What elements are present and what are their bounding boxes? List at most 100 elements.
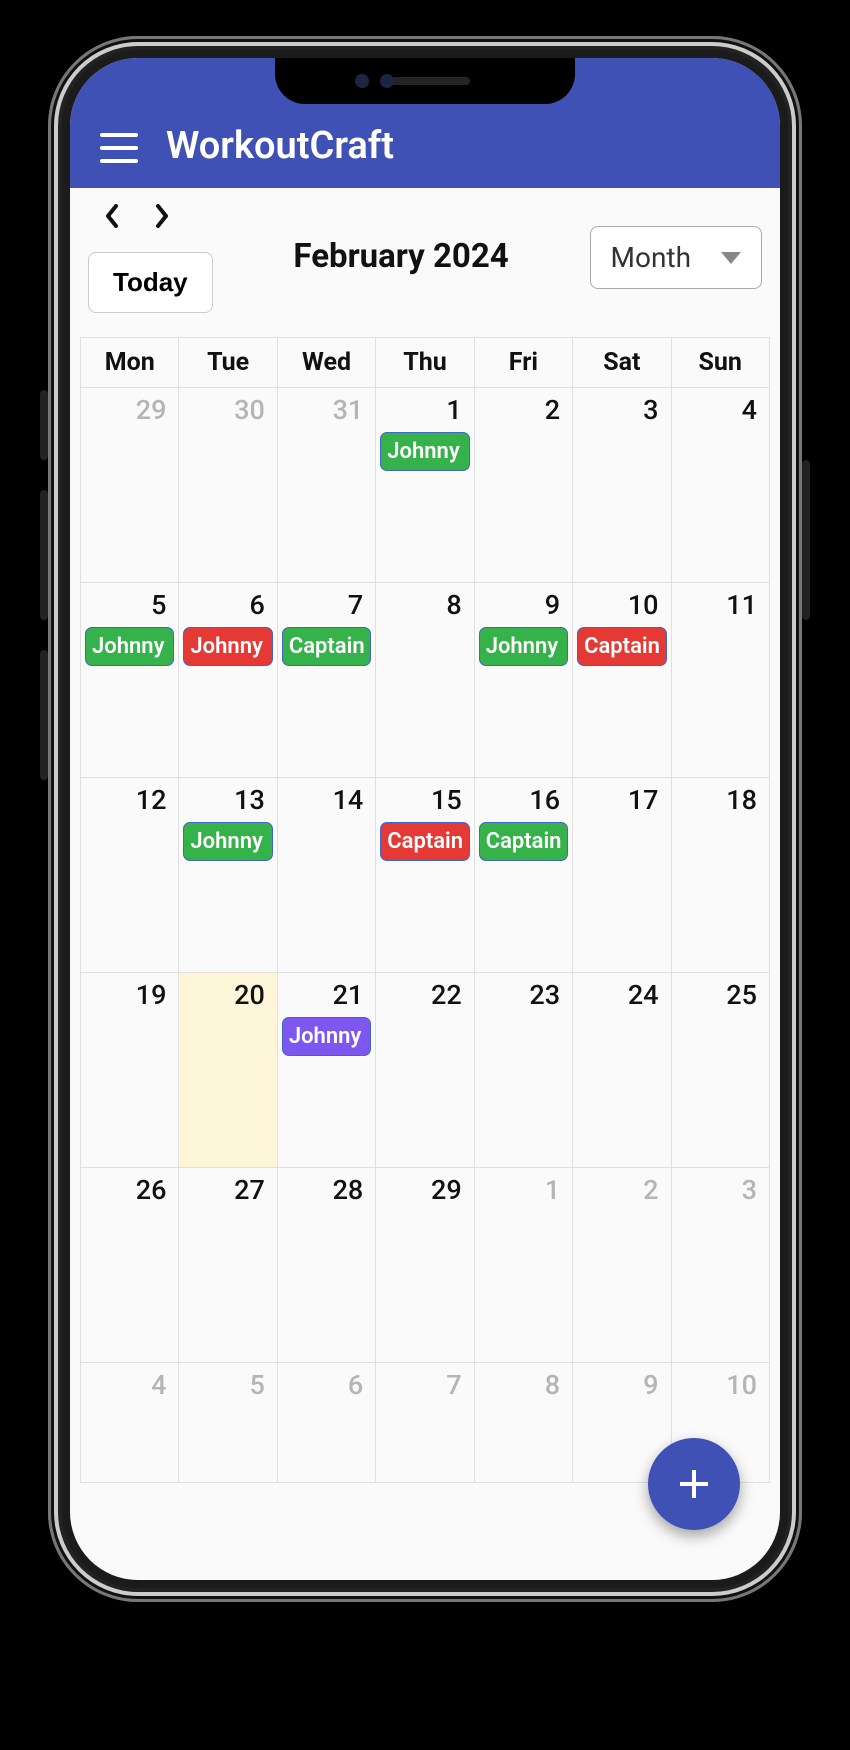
calendar-day[interactable]: 22 xyxy=(376,973,474,1168)
prev-month-button[interactable] xyxy=(102,202,122,238)
day-number: 23 xyxy=(479,977,568,1015)
calendar-day[interactable]: 14 xyxy=(278,778,376,973)
calendar-day[interactable]: 20 xyxy=(179,973,277,1168)
plus-icon xyxy=(674,1464,714,1504)
notch xyxy=(275,58,575,104)
day-number: 22 xyxy=(380,977,469,1015)
event-chip[interactable]: Captain xyxy=(577,627,666,666)
calendar-day[interactable]: 8 xyxy=(376,583,474,778)
day-number: 5 xyxy=(183,1367,272,1405)
phone-frame: WorkoutCraft Today February 2024 Month xyxy=(48,36,802,1602)
calendar-day[interactable]: 28 xyxy=(278,1168,376,1363)
day-number: 2 xyxy=(577,1172,666,1210)
day-number: 1 xyxy=(479,1172,568,1210)
calendar-day[interactable]: 27 xyxy=(179,1168,277,1363)
day-number: 13 xyxy=(183,782,272,820)
event-chip[interactable]: Johnny xyxy=(479,627,568,666)
day-number: 24 xyxy=(577,977,666,1015)
calendar-week: 2627 2829 123 xyxy=(81,1168,770,1363)
day-number: 11 xyxy=(676,587,765,625)
event-chip[interactable]: Johnny xyxy=(183,822,272,861)
day-number: 26 xyxy=(85,1172,174,1210)
calendar-day[interactable]: 17 xyxy=(573,778,671,973)
calendar-day[interactable]: 2 xyxy=(573,1168,671,1363)
day-number: 8 xyxy=(380,587,469,625)
day-number: 1 xyxy=(380,392,469,430)
calendar-day[interactable]: 7 xyxy=(376,1363,474,1483)
calendar-day[interactable]: 13Johnny xyxy=(179,778,277,973)
next-month-button[interactable] xyxy=(152,202,172,238)
calendar-day[interactable]: 26 xyxy=(81,1168,179,1363)
day-of-week-header: MonTueWedThuFriSatSun xyxy=(81,338,770,388)
calendar-day[interactable]: 7Captain xyxy=(278,583,376,778)
today-button[interactable]: Today xyxy=(88,252,213,313)
calendar-day[interactable]: 29 xyxy=(81,388,179,583)
calendar-day[interactable]: 1 xyxy=(475,1168,573,1363)
calendar-controls: Today February 2024 Month xyxy=(70,188,780,323)
calendar-day[interactable]: 25 xyxy=(672,973,770,1168)
day-number: 3 xyxy=(676,1172,765,1210)
calendar-day[interactable]: 15Captain xyxy=(376,778,474,973)
calendar-day[interactable]: 18 xyxy=(672,778,770,973)
day-number: 12 xyxy=(85,782,174,820)
day-number: 17 xyxy=(577,782,666,820)
calendar-day[interactable]: 4 xyxy=(81,1363,179,1483)
event-chip[interactable]: Johnny xyxy=(85,627,174,666)
calendar-day[interactable]: 5 xyxy=(179,1363,277,1483)
event-chip[interactable]: Johnny xyxy=(380,432,469,471)
view-selector[interactable]: Month xyxy=(590,226,762,289)
dow-header: Sun xyxy=(672,338,770,388)
calendar-day[interactable]: 6 xyxy=(278,1363,376,1483)
calendar-day[interactable]: 6Johnny xyxy=(179,583,277,778)
screen: WorkoutCraft Today February 2024 Month xyxy=(70,58,780,1580)
dow-header: Wed xyxy=(278,338,376,388)
day-number: 30 xyxy=(183,392,272,430)
day-number: 19 xyxy=(85,977,174,1015)
calendar-day[interactable]: 31 xyxy=(278,388,376,583)
calendar-day[interactable]: 21Johnny xyxy=(278,973,376,1168)
calendar-day[interactable]: 2 xyxy=(475,388,573,583)
calendar-day[interactable]: 9Johnny xyxy=(475,583,573,778)
calendar-day[interactable]: 23 xyxy=(475,973,573,1168)
calendar-day[interactable]: 8 xyxy=(475,1363,573,1483)
event-chip[interactable]: Captain xyxy=(282,627,371,666)
calendar-day[interactable]: 19 xyxy=(81,973,179,1168)
day-number: 29 xyxy=(380,1172,469,1210)
calendar-day[interactable]: 16Captain xyxy=(475,778,573,973)
day-number: 7 xyxy=(380,1367,469,1405)
day-number: 14 xyxy=(282,782,371,820)
calendar-day[interactable]: 30 xyxy=(179,388,277,583)
add-button[interactable] xyxy=(648,1438,740,1530)
day-number: 27 xyxy=(183,1172,272,1210)
day-number: 15 xyxy=(380,782,469,820)
day-number: 4 xyxy=(85,1367,174,1405)
day-number: 28 xyxy=(282,1172,371,1210)
calendar-grid: MonTueWedThuFriSatSun 2930311Johnny2345J… xyxy=(80,337,770,1483)
calendar-day[interactable]: 10Captain xyxy=(573,583,671,778)
day-number: 2 xyxy=(479,392,568,430)
event-chip[interactable]: Captain xyxy=(380,822,469,861)
calendar-day[interactable]: 3 xyxy=(573,388,671,583)
current-month-label: February 2024 xyxy=(221,236,582,279)
day-number: 6 xyxy=(282,1367,371,1405)
day-number: 3 xyxy=(577,392,666,430)
calendar-day[interactable]: 29 xyxy=(376,1168,474,1363)
hamburger-menu-icon[interactable] xyxy=(100,133,138,163)
calendar-day[interactable]: 3 xyxy=(672,1168,770,1363)
calendar-day[interactable]: 5Johnny xyxy=(81,583,179,778)
event-chip[interactable]: Johnny xyxy=(282,1017,371,1056)
dropdown-icon xyxy=(721,252,741,264)
calendar-day[interactable]: 4 xyxy=(672,388,770,583)
calendar-day[interactable]: 11 xyxy=(672,583,770,778)
app-title: WorkoutCraft xyxy=(166,124,394,168)
calendar-day[interactable]: 24 xyxy=(573,973,671,1168)
dow-header: Thu xyxy=(376,338,474,388)
calendar-day[interactable]: 1Johnny xyxy=(376,388,474,583)
day-number: 31 xyxy=(282,392,371,430)
event-chip[interactable]: Johnny xyxy=(183,627,272,666)
event-chip[interactable]: Captain xyxy=(479,822,568,861)
calendar-week: 192021Johnny22 232425 xyxy=(81,973,770,1168)
day-number: 10 xyxy=(577,587,666,625)
calendar-week: 1213Johnny1415Captain16Captain1718 xyxy=(81,778,770,973)
calendar-day[interactable]: 12 xyxy=(81,778,179,973)
